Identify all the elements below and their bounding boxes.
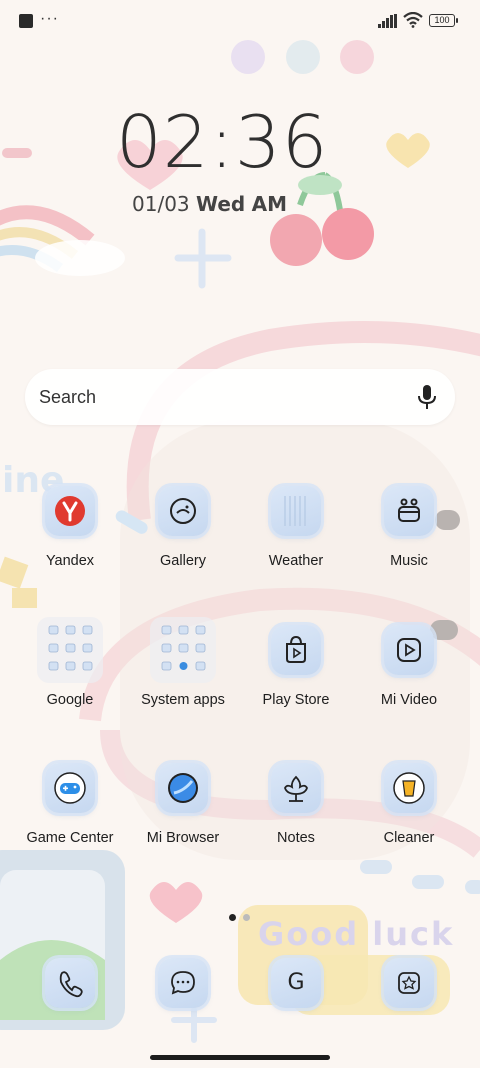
app-label: Weather <box>268 553 324 569</box>
app-cleaner[interactable]: Cleaner <box>354 763 464 873</box>
google-letter: G <box>287 970 305 995</box>
folder-system-apps[interactable]: System apps <box>128 617 238 735</box>
app-play-store[interactable]: Play Store <box>241 625 351 735</box>
app-weather[interactable]: Weather <box>241 486 351 596</box>
app-label: Play Store <box>262 692 330 708</box>
status-bar: ··· 100 <box>0 0 480 42</box>
app-mi-browser[interactable]: Mi Browser <box>128 763 238 873</box>
search-bar[interactable]: Search <box>25 369 455 425</box>
dock-settings[interactable] <box>354 958 464 1068</box>
system-apps-folder-icon <box>150 617 216 683</box>
app-label: Game Center <box>26 830 114 846</box>
google-folder-icon <box>37 617 103 683</box>
app-label: System apps <box>141 692 225 708</box>
app-label: Mi Browser <box>146 830 220 846</box>
notes-icon <box>271 763 321 813</box>
page-indicator[interactable] <box>229 908 257 926</box>
app-yandex[interactable]: Yandex <box>15 486 125 596</box>
weather-icon <box>271 486 321 536</box>
page-dot <box>243 914 250 921</box>
google-app-icon: G <box>271 958 321 1008</box>
app-label: Notes <box>277 830 315 846</box>
battery-icon: 100 <box>429 14 458 27</box>
notification-icon <box>19 14 33 28</box>
phone-icon <box>45 958 95 1008</box>
wifi-icon <box>403 12 423 28</box>
dock-phone[interactable] <box>15 958 125 1068</box>
folder-google[interactable]: Google <box>15 617 125 735</box>
home-gesture-bar[interactable] <box>150 1055 330 1060</box>
more-notifications-icon: ··· <box>40 10 59 27</box>
date-value: 01/03 <box>132 192 190 216</box>
music-icon <box>384 486 434 536</box>
yandex-icon <box>45 486 95 536</box>
page-dot-active <box>229 914 236 921</box>
search-placeholder: Search <box>39 387 97 407</box>
app-notes[interactable]: Notes <box>241 763 351 873</box>
game-center-icon <box>45 763 95 813</box>
app-label: Mi Video <box>380 692 438 708</box>
app-game-center[interactable]: Game Center <box>15 763 125 873</box>
clock-time[interactable]: 02:36 <box>116 100 329 184</box>
app-music[interactable]: Music <box>354 486 464 596</box>
app-label: Google <box>46 692 94 708</box>
app-label: Yandex <box>45 553 95 569</box>
dock-google[interactable]: G <box>241 958 351 1068</box>
mi-browser-icon <box>158 763 208 813</box>
settings-icon <box>384 958 434 1008</box>
am-pm: AM <box>251 192 287 216</box>
play-store-icon <box>271 625 321 675</box>
cleaner-icon <box>384 763 434 813</box>
weekday: Wed <box>196 192 246 216</box>
signal-icon <box>378 14 397 28</box>
app-mi-video[interactable]: Mi Video <box>354 625 464 735</box>
clock-date[interactable]: 01/03 Wed AM <box>132 192 287 216</box>
app-label: Music <box>390 553 428 569</box>
dock-messages[interactable] <box>128 958 238 1068</box>
wallpaper-good-luck-text: Good luck <box>258 915 455 953</box>
app-gallery[interactable]: Gallery <box>128 486 238 596</box>
microphone-icon[interactable] <box>417 384 437 410</box>
messages-icon <box>158 958 208 1008</box>
app-label: Cleaner <box>383 830 435 846</box>
app-label: Gallery <box>160 553 206 569</box>
gallery-icon <box>158 486 208 536</box>
mi-video-icon <box>384 625 434 675</box>
